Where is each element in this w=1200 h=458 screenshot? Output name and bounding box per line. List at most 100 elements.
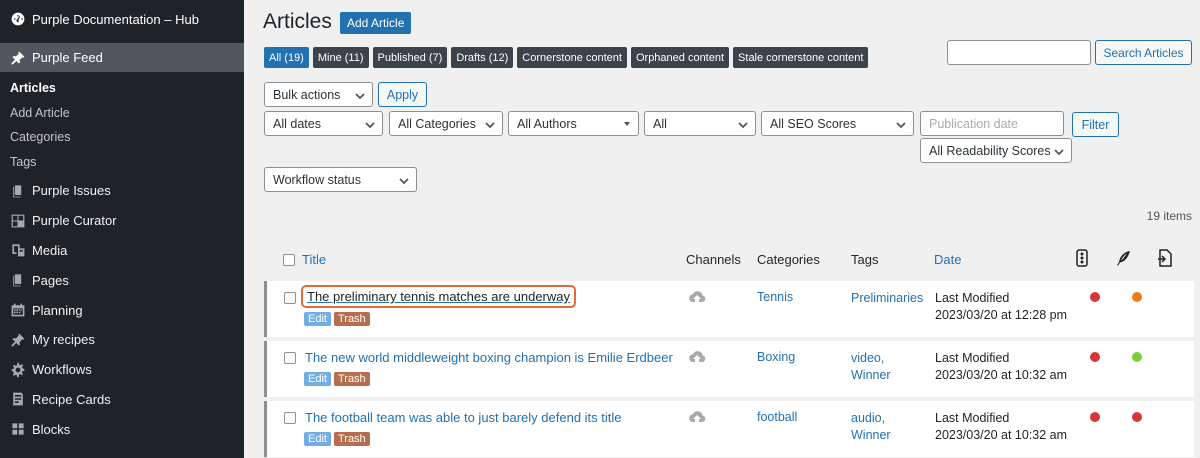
feed-submenu: Articles Add Article Categories Tags (0, 76, 244, 174)
article-title-link[interactable]: The preliminary tennis matches are under… (301, 285, 577, 308)
row-checkbox[interactable] (284, 412, 296, 424)
sidebar-item-blocks[interactable]: Blocks (0, 414, 244, 444)
apply-button[interactable]: Apply (378, 82, 427, 107)
seo-score-dot (1090, 412, 1100, 422)
trash-link[interactable]: Trash (333, 432, 370, 446)
table-row: The preliminary tennis matches are under… (264, 281, 1194, 337)
column-tags: Tags (851, 252, 879, 267)
items-count: 19 items (1146, 209, 1192, 223)
categories-value: All Categories (398, 116, 476, 131)
authors-select[interactable]: All Authors (508, 111, 639, 136)
sidebar-item-media[interactable]: Media (0, 236, 244, 266)
filter-button[interactable]: Filter (1072, 112, 1119, 137)
chevron-down-icon (738, 119, 748, 129)
categories-select[interactable]: All Categories (389, 111, 503, 136)
submenu-categories[interactable]: Categories (0, 125, 244, 150)
submenu-add-article[interactable]: Add Article (0, 101, 244, 126)
sidebar-item-label: Pages (32, 272, 69, 288)
media-icon (9, 241, 27, 259)
column-date-sort[interactable]: Date (934, 252, 961, 267)
dates-select[interactable]: All dates (264, 111, 383, 136)
submenu-tags[interactable]: Tags (0, 150, 244, 175)
blocks-icon (9, 420, 27, 438)
row-checkbox[interactable] (284, 352, 296, 364)
cloud-upload-icon (688, 410, 706, 424)
category-link[interactable]: Tennis (757, 290, 793, 304)
date-status: Last Modified (935, 351, 1010, 365)
search-articles-button[interactable]: Search Articles (1095, 40, 1192, 65)
article-title-link[interactable]: The new world middleweight boxing champi… (305, 350, 673, 365)
channel-select[interactable]: All (644, 111, 756, 136)
submenu-articles[interactable]: Articles (0, 76, 244, 101)
chevron-down-icon (1054, 146, 1064, 156)
sidebar-item-label: Purple Curator (32, 213, 117, 229)
sidebar-item-label: Recipe Cards (32, 391, 111, 407)
category-link[interactable]: football (757, 410, 797, 424)
date-value: 2023/03/20 at 12:28 pm (935, 308, 1068, 322)
sidebar-item-workflows[interactable]: Workflows (0, 355, 244, 385)
filter-orphaned[interactable]: Orphaned content (630, 47, 730, 68)
category-link[interactable]: Boxing (757, 350, 795, 364)
edit-link[interactable]: Edit (304, 372, 331, 386)
article-title-link[interactable]: The football team was able to just barel… (305, 410, 622, 425)
date-cell: Last Modified 2023/03/20 at 12:28 pm (935, 290, 1067, 324)
tag-link[interactable]: Preliminaries (851, 290, 923, 307)
sidebar-item-recipe-cards[interactable]: Recipe Cards (0, 385, 244, 415)
readability-score-dot (1132, 292, 1142, 302)
sidebar-item-label: Media (32, 242, 68, 258)
seo-score-icon (1073, 249, 1091, 267)
tag-link[interactable]: Winner (851, 427, 891, 444)
dashboard-icon (9, 10, 27, 28)
workflow-status-value: Workflow status (273, 172, 361, 187)
calendar-icon (9, 301, 27, 319)
chevron-down-icon (355, 90, 365, 100)
row-checkbox[interactable] (284, 292, 296, 304)
channel-value: All (653, 116, 667, 131)
filter-drafts[interactable]: Drafts (12) (451, 47, 514, 68)
cloud-upload-icon (688, 290, 706, 304)
filter-mine[interactable]: Mine (11) (312, 47, 369, 68)
publication-date-input[interactable]: Publication date (920, 111, 1064, 136)
filter-all[interactable]: All (19) (264, 47, 309, 68)
tags-cell: video, Winner (851, 350, 891, 384)
bulk-actions-select[interactable]: Bulk actions (264, 82, 373, 107)
sidebar-item-planning[interactable]: Planning (0, 295, 244, 325)
tag-link[interactable]: audio, (851, 410, 891, 427)
sidebar-item-pages[interactable]: Pages (0, 265, 244, 295)
edit-link[interactable]: Edit (304, 432, 331, 446)
search-input[interactable] (947, 40, 1091, 65)
edit-link[interactable]: Edit (304, 312, 331, 326)
add-article-button[interactable]: Add Article (340, 12, 412, 34)
sidebar-item-label: My recipes (32, 332, 95, 348)
date-cell: Last Modified 2023/03/20 at 10:32 am (935, 410, 1067, 444)
chevron-down-icon (485, 119, 495, 129)
sidebar-item-purple-issues[interactable]: Purple Issues (0, 176, 244, 206)
row-actions: Edit Trash (304, 312, 370, 326)
column-channels: Channels (686, 252, 741, 267)
trash-link[interactable]: Trash (333, 312, 370, 326)
seo-scores-select[interactable]: All SEO Scores (761, 111, 914, 136)
row-actions: Edit Trash (304, 372, 370, 386)
tag-link[interactable]: Winner (851, 367, 891, 384)
sidebar-item-purple-feed[interactable]: Purple Feed (0, 43, 244, 72)
sidebar-item-label: Blocks (32, 421, 71, 437)
site-title-link[interactable]: Purple Documentation – Hub (0, 0, 244, 38)
tags-cell: Preliminaries (851, 290, 923, 307)
filter-stale-cornerstone[interactable]: Stale cornerstone content (733, 47, 869, 68)
workflow-status-select[interactable]: Workflow status (264, 167, 417, 192)
table-row: The football team was able to just barel… (264, 401, 1194, 457)
tag-link[interactable]: video, (851, 350, 891, 367)
pin-icon (9, 49, 27, 67)
sidebar-item-label: Planning (32, 302, 83, 318)
select-all-checkbox[interactable] (283, 254, 295, 266)
filter-published[interactable]: Published (7) (372, 47, 448, 68)
sidebar-item-my-recipes[interactable]: My recipes (0, 325, 244, 355)
sidebar-item-purple-curator[interactable]: Purple Curator (0, 206, 244, 236)
column-title-sort[interactable]: Title (302, 252, 326, 267)
date-value: 2023/03/20 at 10:32 am (935, 368, 1068, 382)
trash-link[interactable]: Trash (333, 372, 370, 386)
cloud-upload-icon (688, 350, 706, 364)
filter-cornerstone[interactable]: Cornerstone content (517, 47, 627, 68)
readability-scores-select[interactable]: All Readability Scores (920, 138, 1072, 163)
chevron-down-icon (365, 119, 375, 129)
